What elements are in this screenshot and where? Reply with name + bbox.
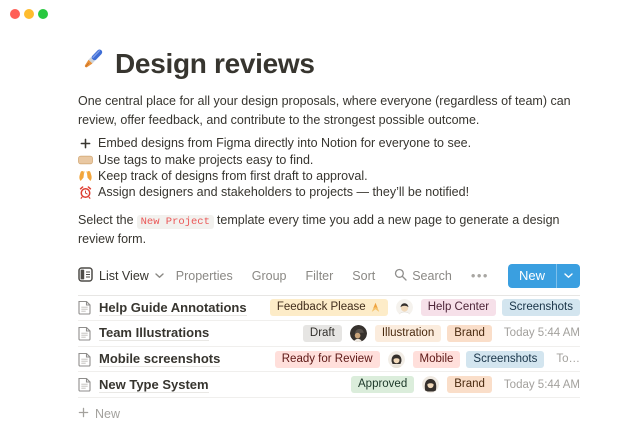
toolbar-filter[interactable]: Filter: [306, 269, 334, 283]
intro-paragraph: One central place for all your design pr…: [78, 92, 580, 130]
view-switcher[interactable]: List View: [78, 267, 164, 285]
row-date: To…: [556, 353, 580, 365]
row-properties: Approved Brand Today 5:44 AM: [351, 376, 580, 393]
bullet-text: Use tags to make projects easy to find.: [98, 153, 313, 167]
tag-label: Feedback Please: [277, 299, 366, 316]
row-properties: Feedback Please Help Center Screenshots: [270, 299, 580, 316]
avatar: [396, 299, 413, 316]
tag-label: Brand: [454, 376, 485, 393]
close-window-button[interactable]: [10, 9, 20, 19]
row-title[interactable]: Team Illustrations: [99, 325, 209, 341]
tag-label: Illustration: [382, 325, 434, 342]
label-icon: [78, 155, 93, 165]
avatar: [350, 325, 367, 342]
feature-bullet-list: Embed designs from Figma directly into N…: [78, 135, 580, 201]
row-properties: Ready for Review Mobile Screenshots To…: [275, 351, 580, 368]
chevron-down-icon: [155, 273, 164, 279]
page-icon: [78, 326, 91, 341]
row-title[interactable]: Help Guide Annotations: [99, 300, 247, 316]
tag-blue[interactable]: Screenshots: [502, 299, 580, 316]
row-properties: Draft Illustration Brand Today 5:44 AM: [303, 325, 580, 342]
page-icon: [78, 300, 91, 315]
tag-orange_light[interactable]: Illustration: [375, 325, 441, 342]
toolbar-menu: Properties Group Filter Sort: [176, 269, 375, 283]
minimize-window-button[interactable]: [24, 9, 34, 19]
tag-label: Draft: [310, 325, 335, 342]
tag-gray[interactable]: Draft: [303, 325, 342, 342]
tag-yellow[interactable]: Feedback Please: [270, 299, 388, 316]
alarm-clock-icon: [78, 186, 93, 199]
hint-prefix: Select the: [78, 213, 134, 227]
table-row[interactable]: New Type System Approved Brand Today 5:44 A…: [78, 372, 580, 398]
tag-red[interactable]: Mobile: [413, 351, 461, 368]
tag-red[interactable]: Ready for Review: [275, 351, 380, 368]
toolbar-sort[interactable]: Sort: [352, 269, 375, 283]
tag-blue[interactable]: Screenshots: [466, 351, 544, 368]
database-toolbar: List View Properties Group Filter Sort Sear…: [78, 264, 580, 296]
inline-code-new-project: New Project: [137, 215, 214, 229]
new-button[interactable]: New: [508, 264, 580, 288]
feature-bullet: Use tags to make projects easy to find.: [78, 151, 580, 167]
page-icon: [78, 352, 91, 367]
page-icon: [78, 377, 91, 392]
tag-label: Brand: [454, 325, 485, 342]
plus-icon: [78, 407, 89, 421]
tag-pink[interactable]: Help Center: [421, 299, 496, 316]
more-options-button[interactable]: •••: [471, 268, 489, 283]
feature-bullet: Assign designers and stakeholders to pro…: [78, 184, 580, 200]
tag-label: Mobile: [420, 351, 454, 368]
praying-hands-icon: [370, 302, 381, 313]
list-view-icon: [78, 267, 93, 285]
row-date: Today 5:44 AM: [504, 327, 580, 339]
search-icon: [394, 268, 407, 284]
bullet-text: Assign designers and stakeholders to pro…: [98, 185, 469, 199]
raised-hands-icon: [78, 170, 93, 182]
tag-label: Screenshots: [473, 351, 537, 368]
tag-label: Ready for Review: [282, 351, 373, 368]
page-title-row: Design reviews: [78, 46, 580, 82]
tag-label: Help Center: [428, 299, 489, 316]
page-title[interactable]: Design reviews: [115, 47, 315, 81]
add-new-label: New: [95, 407, 120, 421]
database-rows: Help Guide Annotations Feedback Please Hel…: [78, 296, 580, 398]
bullet-text: Embed designs from Figma directly into N…: [98, 136, 471, 150]
row-date: Today 5:44 AM: [504, 379, 580, 391]
zoom-window-button[interactable]: [38, 9, 48, 19]
table-row[interactable]: Mobile screenshots Ready for Review Mobile…: [78, 347, 580, 373]
feature-bullet: Embed designs from Figma directly into N…: [78, 135, 580, 151]
window-titlebar: [0, 0, 640, 26]
tag-green[interactable]: Approved: [351, 376, 414, 393]
paintbrush-icon: [78, 46, 106, 82]
tag-label: Screenshots: [509, 299, 573, 316]
chevron-down-icon[interactable]: [556, 264, 580, 288]
tag-label: Approved: [358, 376, 407, 393]
page-content: Design reviews One central place for all…: [0, 46, 640, 421]
avatar: [422, 376, 439, 393]
feature-bullet: Keep track of designs from first draft t…: [78, 168, 580, 184]
avatar: [388, 351, 405, 368]
table-row[interactable]: Team Illustrations Draft Illustration Brand…: [78, 321, 580, 347]
new-button-label[interactable]: New: [508, 264, 556, 288]
row-title[interactable]: Mobile screenshots: [99, 351, 220, 367]
tag-orange[interactable]: Brand: [447, 376, 492, 393]
plus-icon: [78, 138, 93, 149]
row-title[interactable]: New Type System: [99, 377, 209, 393]
toolbar-group[interactable]: Group: [252, 269, 287, 283]
table-row[interactable]: Help Guide Annotations Feedback Please Hel…: [78, 296, 580, 322]
toolbar-actions: Properties Group Filter Sort Search ••• New: [176, 264, 580, 288]
bullet-text: Keep track of designs from first draft t…: [98, 169, 368, 183]
search-label: Search: [412, 269, 452, 283]
add-new-row[interactable]: New: [78, 407, 580, 421]
tag-orange[interactable]: Brand: [447, 325, 492, 342]
toolbar-properties[interactable]: Properties: [176, 269, 233, 283]
template-hint: Select theNew Projecttemplate every time…: [78, 212, 580, 248]
view-label: List View: [99, 269, 149, 283]
search-button[interactable]: Search: [394, 268, 452, 284]
